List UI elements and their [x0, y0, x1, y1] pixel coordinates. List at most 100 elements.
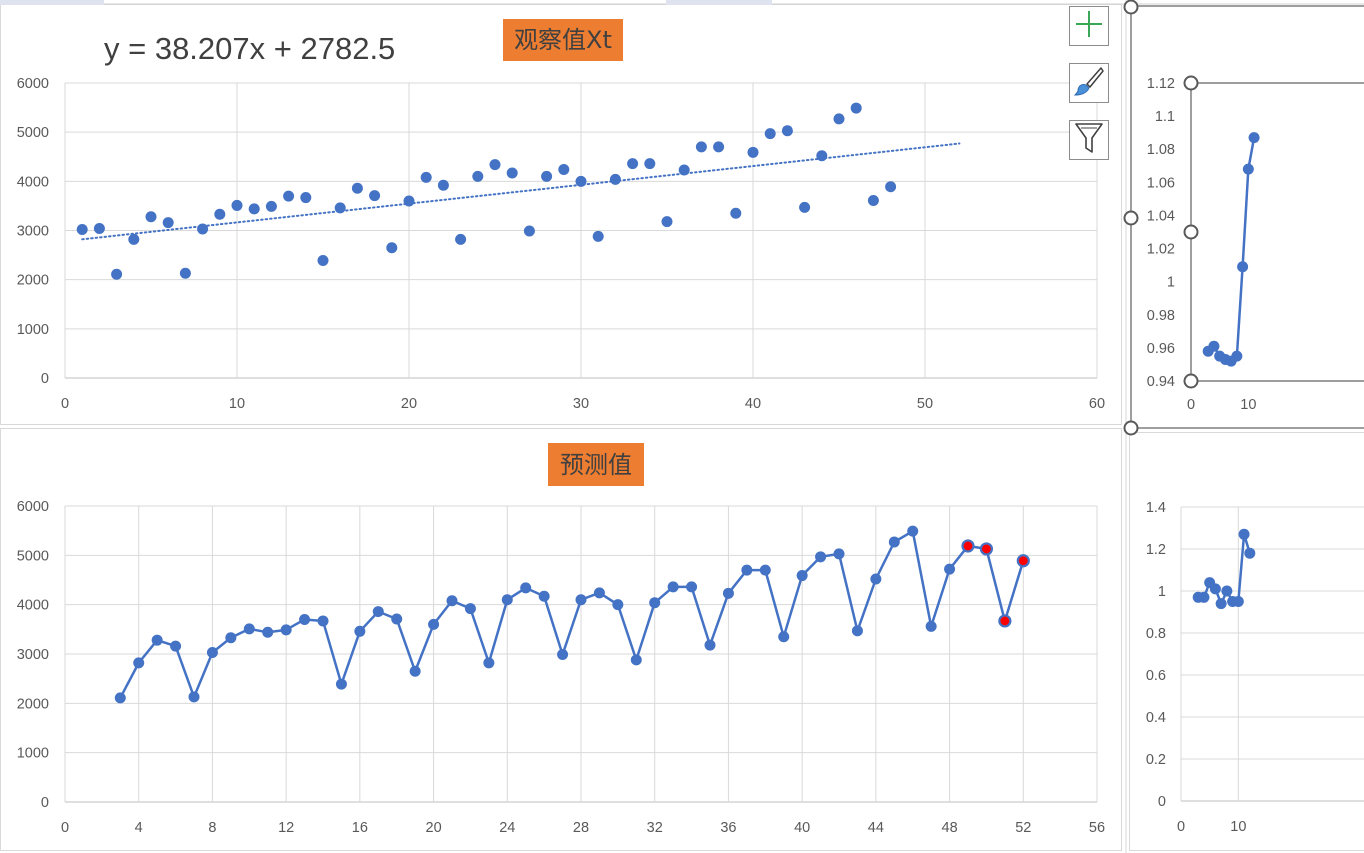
fc-data-point[interactable] — [630, 654, 642, 666]
obs-data-point[interactable] — [214, 208, 226, 220]
fc-highlighted-point[interactable] — [1016, 554, 1030, 568]
fc-data-point[interactable] — [907, 525, 919, 537]
obs-data-point[interactable] — [558, 164, 570, 176]
rb-data-point[interactable] — [1238, 528, 1250, 540]
rb-data-point[interactable] — [1244, 547, 1256, 559]
fc-data-point[interactable] — [391, 613, 403, 625]
fc-data-point[interactable] — [262, 626, 274, 638]
fc-data-point[interactable] — [317, 615, 329, 627]
chart-filters-button[interactable] — [1069, 120, 1109, 160]
fc-data-point[interactable] — [354, 625, 366, 637]
fc-data-point[interactable] — [925, 620, 937, 632]
obs-data-point[interactable] — [472, 170, 484, 182]
fc-data-point[interactable] — [593, 587, 605, 599]
fc-highlighted-point[interactable] — [998, 614, 1012, 628]
fc-data-point[interactable] — [299, 613, 311, 625]
obs-data-point[interactable] — [111, 268, 123, 280]
fc-highlighted-point[interactable] — [979, 542, 994, 556]
obs-data-point[interactable] — [265, 200, 277, 212]
fc-data-point[interactable] — [575, 594, 587, 606]
fc-data-point[interactable] — [833, 548, 845, 560]
obs-data-point[interactable] — [661, 216, 673, 228]
rb-data-point[interactable] — [1215, 598, 1227, 610]
fc-data-point[interactable] — [335, 678, 347, 690]
obs-data-point[interactable] — [283, 190, 295, 202]
obs-data-point[interactable] — [455, 233, 467, 245]
obs-data-point[interactable] — [76, 224, 88, 236]
fc-data-point[interactable] — [870, 573, 882, 585]
obs-data-point[interactable] — [386, 242, 398, 254]
fc-data-point[interactable] — [778, 631, 790, 643]
obs-data-point[interactable] — [248, 203, 260, 215]
obs-data-point[interactable] — [197, 223, 209, 235]
obs-data-point[interactable] — [506, 167, 518, 179]
obs-data-point[interactable] — [713, 141, 725, 153]
fc-data-point[interactable] — [649, 597, 661, 609]
obs-data-point[interactable] — [575, 175, 587, 187]
fc-data-point[interactable] — [557, 648, 569, 660]
fc-data-point[interactable] — [409, 665, 421, 677]
fc-data-point[interactable] — [372, 606, 384, 618]
obs-data-point[interactable] — [128, 233, 140, 245]
obs-data-point[interactable] — [523, 225, 535, 237]
fc-data-point[interactable] — [686, 581, 698, 593]
obs-data-point[interactable] — [420, 171, 432, 183]
plot-area-resize-handle[interactable] — [1183, 224, 1199, 240]
fc-data-point[interactable] — [741, 564, 753, 576]
fc-data-point[interactable] — [243, 623, 255, 635]
fc-data-point[interactable] — [170, 640, 182, 652]
obs-data-point[interactable] — [541, 170, 553, 182]
obs-data-point[interactable] — [351, 182, 363, 194]
rt-data-point[interactable] — [1208, 340, 1220, 352]
fc-data-point[interactable] — [759, 564, 771, 576]
fc-data-point[interactable] — [612, 599, 624, 611]
fc-data-point[interactable] — [944, 563, 956, 575]
resize-handle-middle-left[interactable] — [1123, 210, 1139, 226]
fc-data-point[interactable] — [483, 657, 495, 669]
obs-data-point[interactable] — [334, 202, 346, 214]
fc-data-point[interactable] — [851, 625, 863, 637]
obs-data-point[interactable] — [799, 201, 811, 213]
obs-data-point[interactable] — [300, 192, 312, 204]
rb-data-point[interactable] — [1221, 585, 1233, 597]
obs-data-point[interactable] — [816, 150, 828, 162]
obs-data-point[interactable] — [627, 158, 639, 170]
plot-area-resize-handle[interactable] — [1183, 75, 1199, 91]
resize-handle-bottom-left[interactable] — [1123, 420, 1139, 436]
fc-data-point[interactable] — [704, 639, 716, 651]
obs-data-point[interactable] — [145, 211, 157, 223]
fc-data-point[interactable] — [188, 691, 200, 703]
obs-data-point[interactable] — [644, 158, 656, 170]
plot-area-resize-handle[interactable] — [1183, 373, 1199, 389]
obs-data-point[interactable] — [885, 181, 897, 193]
fc-data-point[interactable] — [815, 551, 827, 563]
obs-data-point[interactable] — [781, 125, 793, 137]
fc-highlighted-point[interactable] — [961, 539, 975, 553]
obs-data-point[interactable] — [489, 159, 501, 171]
obs-data-point[interactable] — [369, 190, 381, 202]
obs-data-point[interactable] — [833, 113, 845, 125]
obs-data-point[interactable] — [678, 164, 690, 176]
fc-data-point[interactable] — [428, 618, 440, 630]
rt-data-point[interactable] — [1231, 350, 1243, 362]
chart-area-forecast[interactable] — [0, 428, 1122, 851]
obs-data-point[interactable] — [747, 146, 759, 158]
obs-data-point[interactable] — [403, 195, 415, 207]
observed-title[interactable]: 观察值Xt — [514, 26, 612, 54]
fc-data-point[interactable] — [133, 657, 145, 669]
obs-data-point[interactable] — [231, 199, 243, 211]
fc-data-point[interactable] — [151, 634, 163, 646]
fc-data-point[interactable] — [722, 587, 734, 599]
obs-data-point[interactable] — [437, 179, 449, 191]
fc-data-point[interactable] — [280, 624, 292, 636]
obs-data-point[interactable] — [93, 223, 105, 235]
resize-handle-top-left[interactable] — [1123, 0, 1139, 15]
rt-data-point[interactable] — [1248, 132, 1260, 144]
obs-data-point[interactable] — [592, 230, 604, 242]
fc-data-point[interactable] — [114, 692, 126, 704]
obs-data-point[interactable] — [162, 217, 174, 229]
trendline-equation[interactable]: y = 38.207x + 2782.5 — [104, 31, 395, 66]
fc-data-point[interactable] — [667, 581, 679, 593]
rb-data-point[interactable] — [1209, 583, 1221, 595]
obs-data-point[interactable] — [764, 128, 776, 140]
